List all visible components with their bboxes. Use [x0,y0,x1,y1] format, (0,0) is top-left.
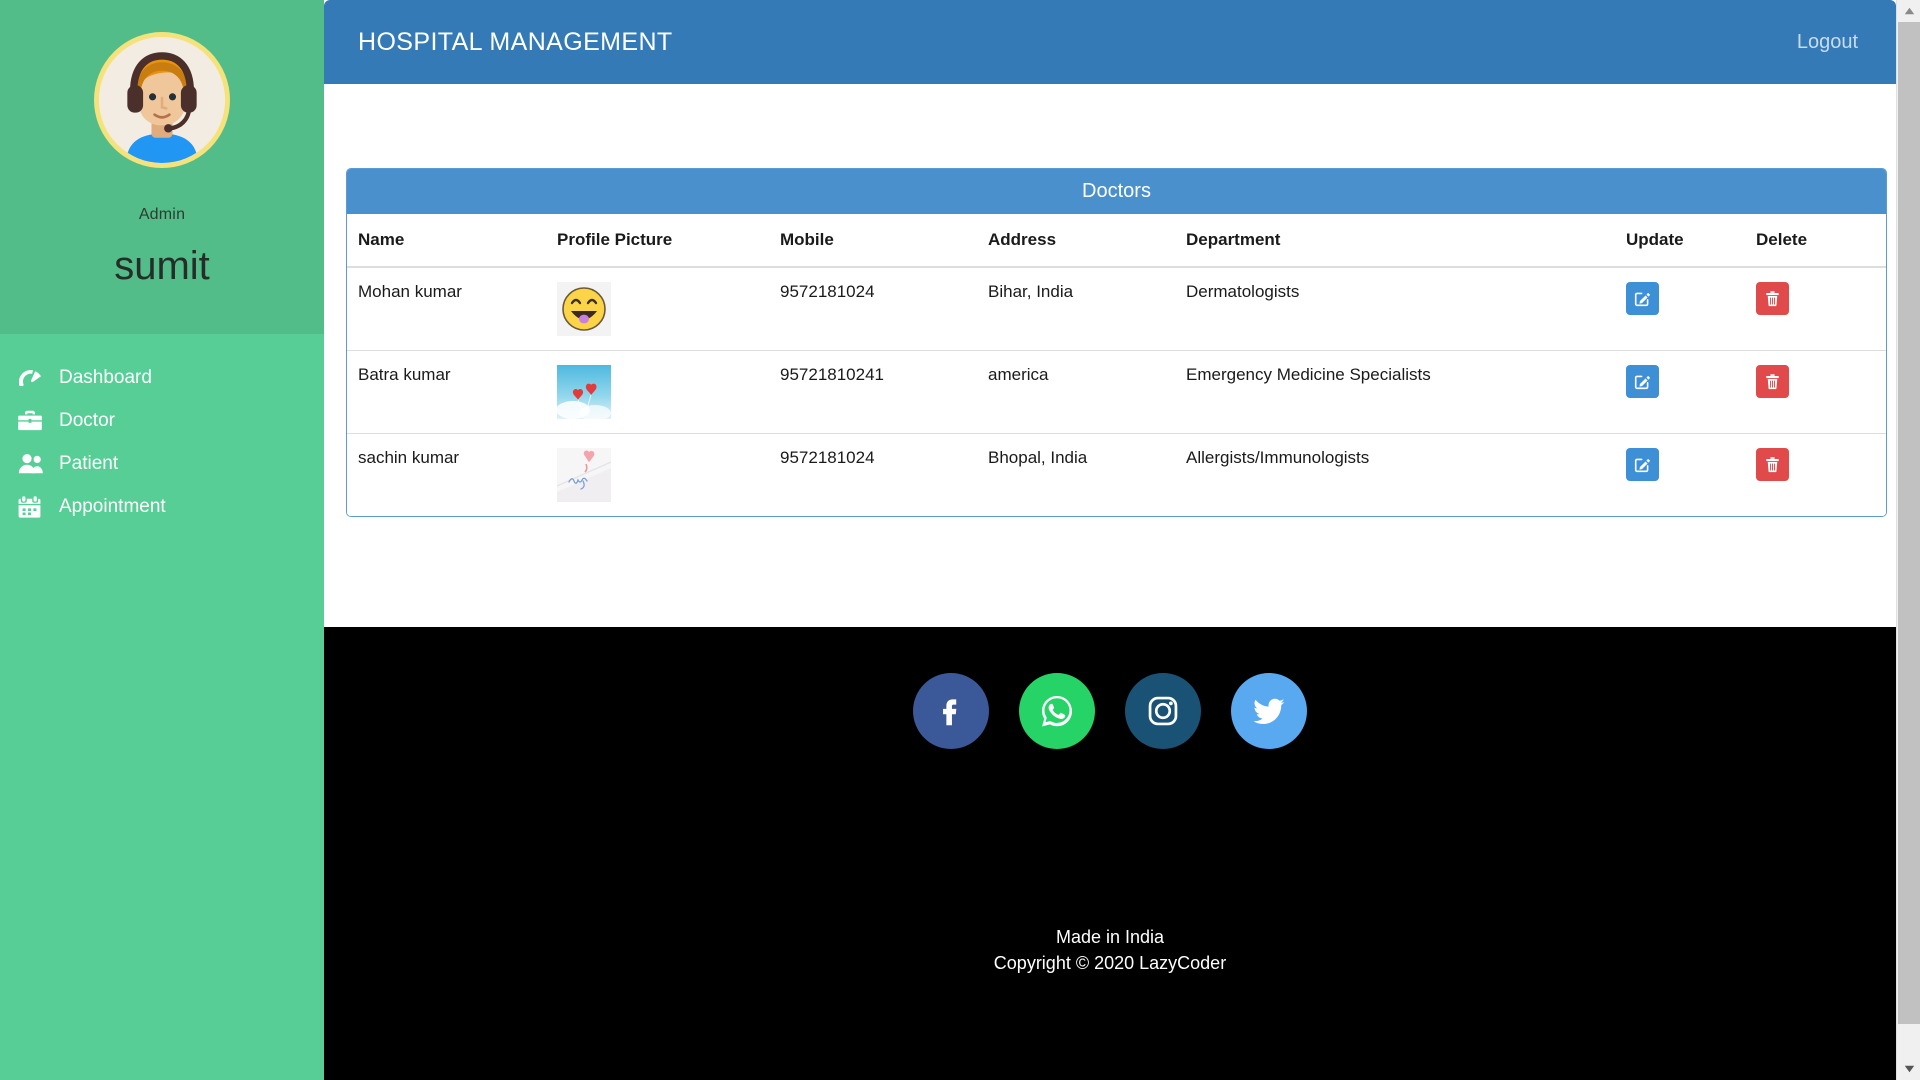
doctors-panel: Doctors Name Profile Picture Mobile Addr… [346,168,1887,517]
cell-name: Batra kumar [347,351,557,434]
cell-department: Emergency Medicine Specialists [1186,351,1626,434]
table-body: Mohan kumar [347,267,1886,516]
table-header-row: Name Profile Picture Mobile Address Depa… [347,214,1886,267]
delete-button[interactable] [1756,282,1789,315]
cell-address: Bihar, India [988,267,1186,351]
scrollbar-thumb[interactable] [1898,22,1920,1024]
cell-name: Mohan kumar [347,267,557,351]
cell-mobile: 95721810241 [780,351,988,434]
cell-delete [1756,267,1886,351]
trash-icon [1764,373,1781,390]
hearts-balloons-photo-thumbnail [557,365,611,419]
footer-line-made-in: Made in India [994,924,1226,950]
sidebar-item-appointment[interactable]: Appointment [0,485,324,528]
facebook-icon [932,692,970,730]
role-label: Admin [139,206,185,224]
sidebar: Admin sumit Dashboard [0,0,324,1080]
cell-profile-picture [557,434,780,517]
social-links [913,673,1307,749]
scroll-up-arrow-icon[interactable] [1897,0,1920,22]
sidebar-item-label: Appointment [59,496,166,518]
page-title: HOSPITAL MANAGEMENT [358,28,673,57]
update-button[interactable] [1626,282,1659,315]
sidebar-item-label: Doctor [59,410,115,432]
cell-profile-picture [557,351,780,434]
sidebar-nav: Dashboard Doctor [0,334,324,528]
table-row: Batra kumar [347,351,1886,434]
panel-title: Doctors [347,169,1886,214]
cell-mobile: 9572181024 [780,434,988,517]
facebook-link[interactable] [913,673,989,749]
cell-department: Allergists/Immunologists [1186,434,1626,517]
table-row: Mohan kumar [347,267,1886,351]
column-header-name: Name [347,214,557,267]
cell-department: Dermatologists [1186,267,1626,351]
trash-icon [1764,290,1781,307]
cell-update [1626,267,1756,351]
cell-address: america [988,351,1186,434]
sidebar-profile: Admin sumit [0,0,324,334]
cell-delete [1756,351,1886,434]
cell-address: Bhopal, India [988,434,1186,517]
sidebar-item-patient[interactable]: Patient [0,442,324,485]
cell-name: sachin kumar [347,434,557,517]
edit-square-icon [1634,373,1651,390]
cell-update [1626,351,1756,434]
instagram-link[interactable] [1125,673,1201,749]
delete-button[interactable] [1756,365,1789,398]
avatar [94,32,230,168]
twitter-icon [1250,692,1288,730]
dashboard-gauge-icon [18,367,46,389]
table-row: sachin kumar [347,434,1886,517]
footer-credits: Made in India Copyright © 2020 LazyCoder [994,924,1226,976]
handwritten-note-photo-thumbnail [557,448,611,502]
column-header-update: Update [1626,214,1756,267]
edit-square-icon [1634,290,1651,307]
cell-update [1626,434,1756,517]
main-area: HOSPITAL MANAGEMENT Logout Doctors Name … [324,0,1920,1080]
topbar: HOSPITAL MANAGEMENT Logout [324,0,1896,84]
logout-button[interactable]: Logout [1787,25,1868,60]
column-header-mobile: Mobile [780,214,988,267]
sidebar-item-label: Patient [59,453,118,475]
doctors-table: Name Profile Picture Mobile Address Depa… [347,214,1886,516]
users-icon [18,453,46,475]
twitter-link[interactable] [1231,673,1307,749]
column-header-department: Department [1186,214,1626,267]
content-area: Doctors Name Profile Picture Mobile Addr… [324,84,1920,627]
column-header-picture: Profile Picture [557,214,780,267]
admin-avatar-headset-icon [99,37,225,163]
page-scrollbar[interactable] [1896,0,1920,1080]
column-header-delete: Delete [1756,214,1886,267]
column-header-address: Address [988,214,1186,267]
update-button[interactable] [1626,365,1659,398]
smiley-emoji-thumbnail [557,282,611,336]
sidebar-item-doctor[interactable]: Doctor [0,399,324,442]
calendar-icon [18,496,46,518]
sidebar-item-label: Dashboard [59,367,152,389]
cell-profile-picture [557,267,780,351]
username-label: sumit [114,246,210,286]
footer-line-copyright: Copyright © 2020 LazyCoder [994,950,1226,976]
sidebar-item-dashboard[interactable]: Dashboard [0,356,324,399]
briefcase-icon [18,410,46,432]
trash-icon [1764,456,1781,473]
cell-mobile: 9572181024 [780,267,988,351]
instagram-icon [1145,693,1181,729]
update-button[interactable] [1626,448,1659,481]
cell-delete [1756,434,1886,517]
footer: Made in India Copyright © 2020 LazyCoder [324,627,1896,1080]
delete-button[interactable] [1756,448,1789,481]
whatsapp-link[interactable] [1019,673,1095,749]
table-head: Name Profile Picture Mobile Address Depa… [347,214,1886,267]
edit-square-icon [1634,456,1651,473]
app-root: Admin sumit Dashboard [0,0,1920,1080]
scroll-down-arrow-icon[interactable] [1897,1058,1920,1080]
whatsapp-icon [1037,691,1077,731]
